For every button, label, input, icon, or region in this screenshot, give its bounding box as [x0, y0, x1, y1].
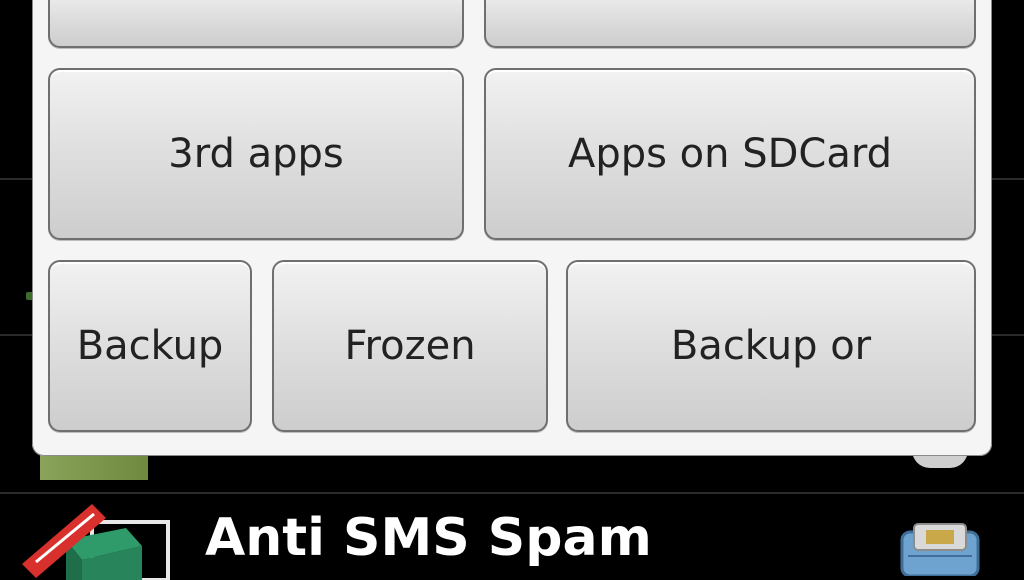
third-apps-button[interactable]: 3rd apps	[48, 68, 464, 240]
app-icon-free-sms-icon	[22, 504, 170, 580]
third-apps-label: 3rd apps	[168, 131, 344, 177]
backup-or-button[interactable]: Backup or	[566, 260, 976, 432]
apps-on-sdcard-label: Apps on SDCard	[567, 131, 892, 177]
backup-or-label: Backup or	[670, 323, 872, 369]
frozen-button[interactable]: Frozen	[272, 260, 548, 432]
filter-button-top-left[interactable]	[48, 0, 464, 48]
filter-button-top-right[interactable]	[484, 0, 976, 48]
backup-storage-icon[interactable]	[896, 518, 984, 576]
apps-on-sdcard-button[interactable]: Apps on SDCard	[484, 68, 976, 240]
backup-label: Backup	[76, 323, 224, 369]
frozen-label: Frozen	[344, 323, 476, 369]
list-item-title: Anti SMS Spam	[205, 508, 652, 568]
backup-button[interactable]: Backup	[48, 260, 252, 432]
filter-dialog: 3rd apps Apps on SDCard Backup Frozen Ba…	[32, 0, 992, 456]
